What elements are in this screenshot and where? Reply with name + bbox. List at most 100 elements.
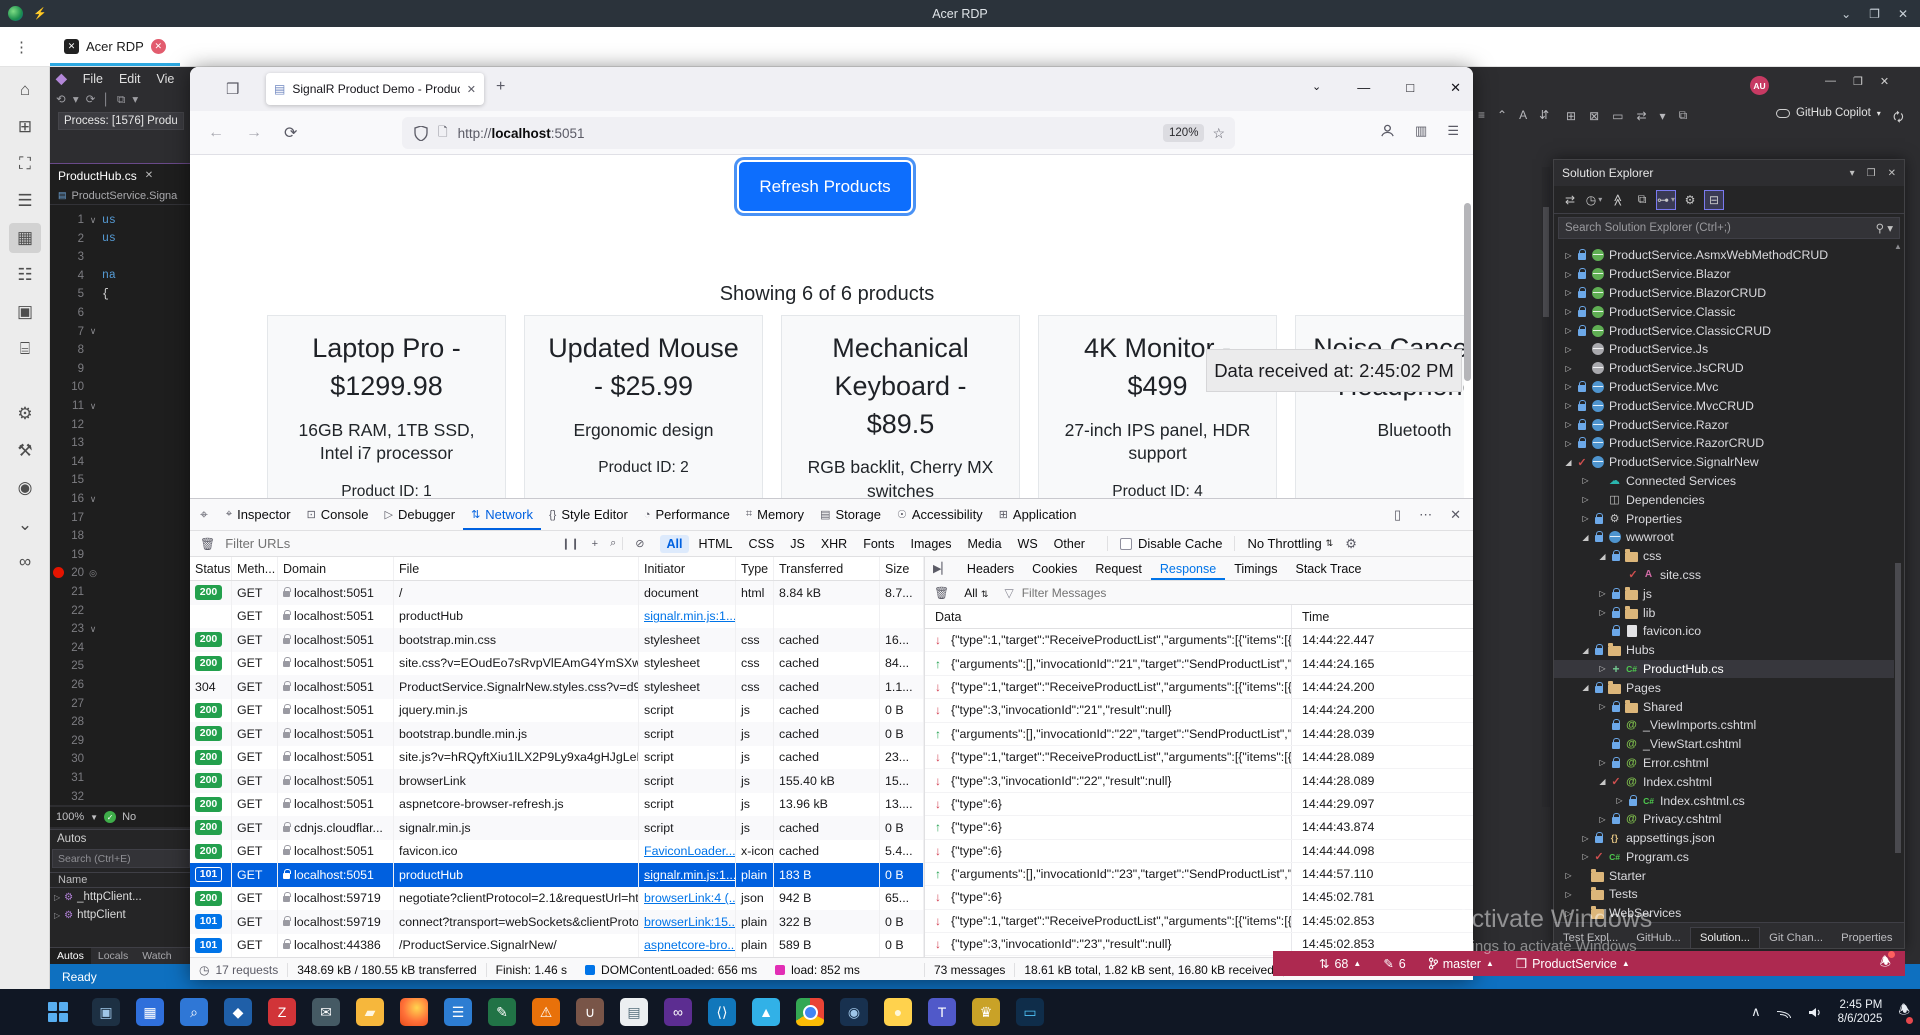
tree-item-favicon-ico[interactable]: favicon.ico (1554, 622, 1894, 641)
details-tab-stack-trace[interactable]: Stack Trace (1287, 557, 1371, 580)
tree-item-producthub-cs[interactable]: ▷ + C# ProductHub.cs (1554, 659, 1894, 679)
tree-item-program-cs[interactable]: ▷ ✓ C# Program.cs (1554, 848, 1894, 867)
settings-gears-icon[interactable]: ⚙ (9, 399, 41, 429)
clear-requests-icon[interactable]: 🗑 (190, 537, 225, 551)
expander-icon[interactable]: ▷ (1596, 589, 1609, 598)
expander-icon[interactable]: ▷ (1562, 401, 1575, 410)
network-request-row[interactable]: 101 GET localhost:59719 connect?transport=w… (190, 910, 924, 934)
account-icon[interactable] (1380, 123, 1395, 138)
add-request-icon[interactable]: + (586, 538, 604, 550)
pause-recording-icon[interactable]: ❙❙ (555, 537, 585, 550)
tree-item-productservice-blazorcrud[interactable]: ▷ ProductService.BlazorCRUD (1554, 284, 1894, 303)
expander-icon[interactable]: ▷ (1596, 702, 1609, 711)
column-header-size[interactable]: Size (880, 557, 924, 580)
devtools-tab-memory[interactable]: ⌗ Memory (738, 499, 812, 530)
expander-icon[interactable]: ▷ (1596, 758, 1609, 767)
message-type-select[interactable]: All ⇅ (958, 586, 994, 600)
expander-icon[interactable]: ▷ (1596, 608, 1609, 617)
network-request-row[interactable]: 304 GET localhost:5051 ProductService.Signa… (190, 675, 924, 699)
vs-editor-scrollbar[interactable] (1542, 167, 1550, 807)
avatar[interactable]: AU (1750, 76, 1769, 95)
initiator-link[interactable]: FaviconLoader.... (644, 844, 735, 858)
tab-close-icon[interactable]: ✕ (467, 83, 476, 96)
chevron-down-icon[interactable]: ⌄ (9, 510, 41, 540)
start-button-icon[interactable] (48, 1002, 68, 1022)
notifications-bell-icon[interactable]: 🗘 (1893, 108, 1904, 129)
tree-item-productservice-blazor[interactable]: ▷ ProductService.Blazor (1554, 265, 1894, 284)
url-bar[interactable]: 🗋 http://localhost:5051 120% ☆ (402, 117, 1235, 149)
maximize-panel-icon[interactable]: ❒ (1867, 168, 1876, 179)
ws-message-row[interactable]: ↓ {"type":6} 14:44:29.097 (925, 792, 1473, 817)
tree-item-productservice-jscrud[interactable]: ▷ ProductService.JsCRUD (1554, 359, 1894, 378)
network-request-row[interactable]: 101 GET localhost:5051 productHub signalr.mi… (190, 863, 924, 887)
initiator-link[interactable]: browserLink:4 (... (644, 891, 735, 905)
devtools-tab-console[interactable]: ⊡ Console (299, 499, 377, 530)
expander-icon[interactable]: ▷ (1562, 345, 1575, 354)
notes-icon[interactable]: ☰ (444, 998, 472, 1026)
type-filter-html[interactable]: HTML (691, 535, 739, 553)
vs-document-tab[interactable]: ProductHub.cs ✕ (50, 163, 190, 187)
solution-explorer-titlebar[interactable]: Solution Explorer ▾ ❒ ✕ (1554, 160, 1904, 186)
expander-icon[interactable]: ▷ (1562, 439, 1575, 448)
azure-icon[interactable]: ▲ (752, 998, 780, 1026)
type-filter-xhr[interactable]: XHR (814, 535, 854, 553)
switch-views-icon[interactable]: ⇄ (1560, 190, 1580, 210)
expander-icon[interactable]: ▷ (1562, 890, 1575, 899)
solution-explorer-scrollbar[interactable]: ▲ (1894, 242, 1902, 922)
network-request-row[interactable]: 200 GET localhost:5051 jquery.min.js script j… (190, 698, 924, 722)
tree-item-hubs[interactable]: ◢ Hubs (1554, 641, 1894, 660)
autos-name-column-header[interactable]: Name (50, 872, 192, 888)
autos-search-input[interactable]: Search (Ctrl+E) (52, 849, 190, 868)
panel-tab-test-expl-[interactable]: Test Expl... (1554, 928, 1627, 948)
tree-item-productservice-classic[interactable]: ▷ ProductService.Classic (1554, 302, 1894, 321)
time-column-header[interactable]: Time (1291, 605, 1473, 628)
expander-icon[interactable]: ▷ (1596, 664, 1609, 673)
forward-icon[interactable]: → (246, 124, 262, 142)
solution-explorer-search-input[interactable]: Search Solution Explorer (Ctrl+;) ⚲ ▾ (1558, 217, 1900, 239)
vs-process-dropdown[interactable]: Process: [1576] Produ (58, 112, 184, 130)
network-request-row[interactable]: 200 GET localhost:5051 favicon.ico FaviconLo… (190, 839, 924, 863)
list-all-tabs-icon[interactable]: ⌄ (1312, 80, 1321, 96)
expander-icon[interactable]: ▷ (1562, 364, 1575, 373)
tree-item-properties[interactable]: ▷ ⚙ Properties (1554, 509, 1894, 528)
devtools-tab-network[interactable]: ⇅ Network (463, 499, 541, 530)
teams-icon[interactable]: T (928, 998, 956, 1026)
chevron-down-icon[interactable]: ▾ (1850, 168, 1855, 179)
window-close-icon[interactable]: ✕ (1450, 80, 1461, 96)
menu-icon[interactable]: ☰ (9, 186, 41, 216)
ws-message-row[interactable]: ↓ {"type":1,"target":"ReceiveProductList"… (925, 675, 1473, 700)
autos-row[interactable]: ▷ ⚙ _httpClient... (50, 888, 192, 906)
vs-code-editor[interactable]: 1 ∨ us 2 us 3 4 na 5{6 7 ∨ 8 9 10 11 ∨ 12 13 14 15 16 ∨ 17 18 19… (50, 205, 190, 805)
tree-item-js[interactable]: ▷ js (1554, 584, 1894, 603)
tracking-protection-shield-icon[interactable] (414, 125, 428, 141)
add-window-icon[interactable]: ⊞ (9, 112, 41, 142)
tree-item-connected-services[interactable]: ▷ ☁ Connected Services (1554, 472, 1894, 491)
ws-message-row[interactable]: ↓ {"type":3,"invocationId":"22","result":… (925, 769, 1473, 793)
type-filter-css[interactable]: CSS (742, 535, 782, 553)
column-header-transferred[interactable]: Transferred (774, 557, 880, 580)
tree-item-css[interactable]: ◢ css (1554, 547, 1894, 566)
ws-message-row[interactable]: ↑ {"type":6} 14:44:43.874 (925, 816, 1473, 840)
list-icon[interactable]: ☷ (9, 260, 41, 290)
this-pc-icon[interactable]: ▣ (92, 998, 120, 1026)
notifications-bell-icon[interactable]: 🕭 (1880, 951, 1905, 974)
fold-chevron-icon[interactable]: ∨ (84, 215, 102, 226)
pending-edits[interactable]: ✎ 6 (1383, 956, 1405, 972)
ws-message-row[interactable]: ↓ {"type":1,"target":"ReceiveProductList"… (925, 745, 1473, 770)
expander-icon[interactable]: ▷ (1562, 251, 1575, 260)
app-window-icon[interactable]: ▦ (136, 998, 164, 1026)
responsive-design-icon[interactable]: ▯ (1394, 507, 1401, 523)
expander-icon[interactable]: ▷ (1596, 815, 1609, 824)
devtools-tab-inspector[interactable]: ⌖ Inspector (218, 499, 299, 530)
network-request-row[interactable]: 200 GET localhost:5051 bootstrap.bundle.min… (190, 722, 924, 746)
vs-menu-edit[interactable]: Edit (119, 72, 141, 86)
hidden-icons-chevron[interactable]: ∧ (1751, 1004, 1761, 1020)
trophy-icon[interactable]: ♛ (972, 998, 1000, 1026)
autos-tab-locals[interactable]: Locals (91, 948, 135, 964)
data-column-header[interactable]: Data (925, 610, 1291, 624)
window-maximize-icon[interactable]: □ (1406, 80, 1414, 96)
details-tab-response[interactable]: Response (1151, 557, 1225, 580)
network-request-row[interactable]: 200 GET localhost:5051 bootstrap.min.css sty… (190, 628, 924, 652)
tree-item-tests[interactable]: ▷ Tests (1554, 885, 1894, 904)
vs-menu-file[interactable]: File (83, 72, 103, 86)
